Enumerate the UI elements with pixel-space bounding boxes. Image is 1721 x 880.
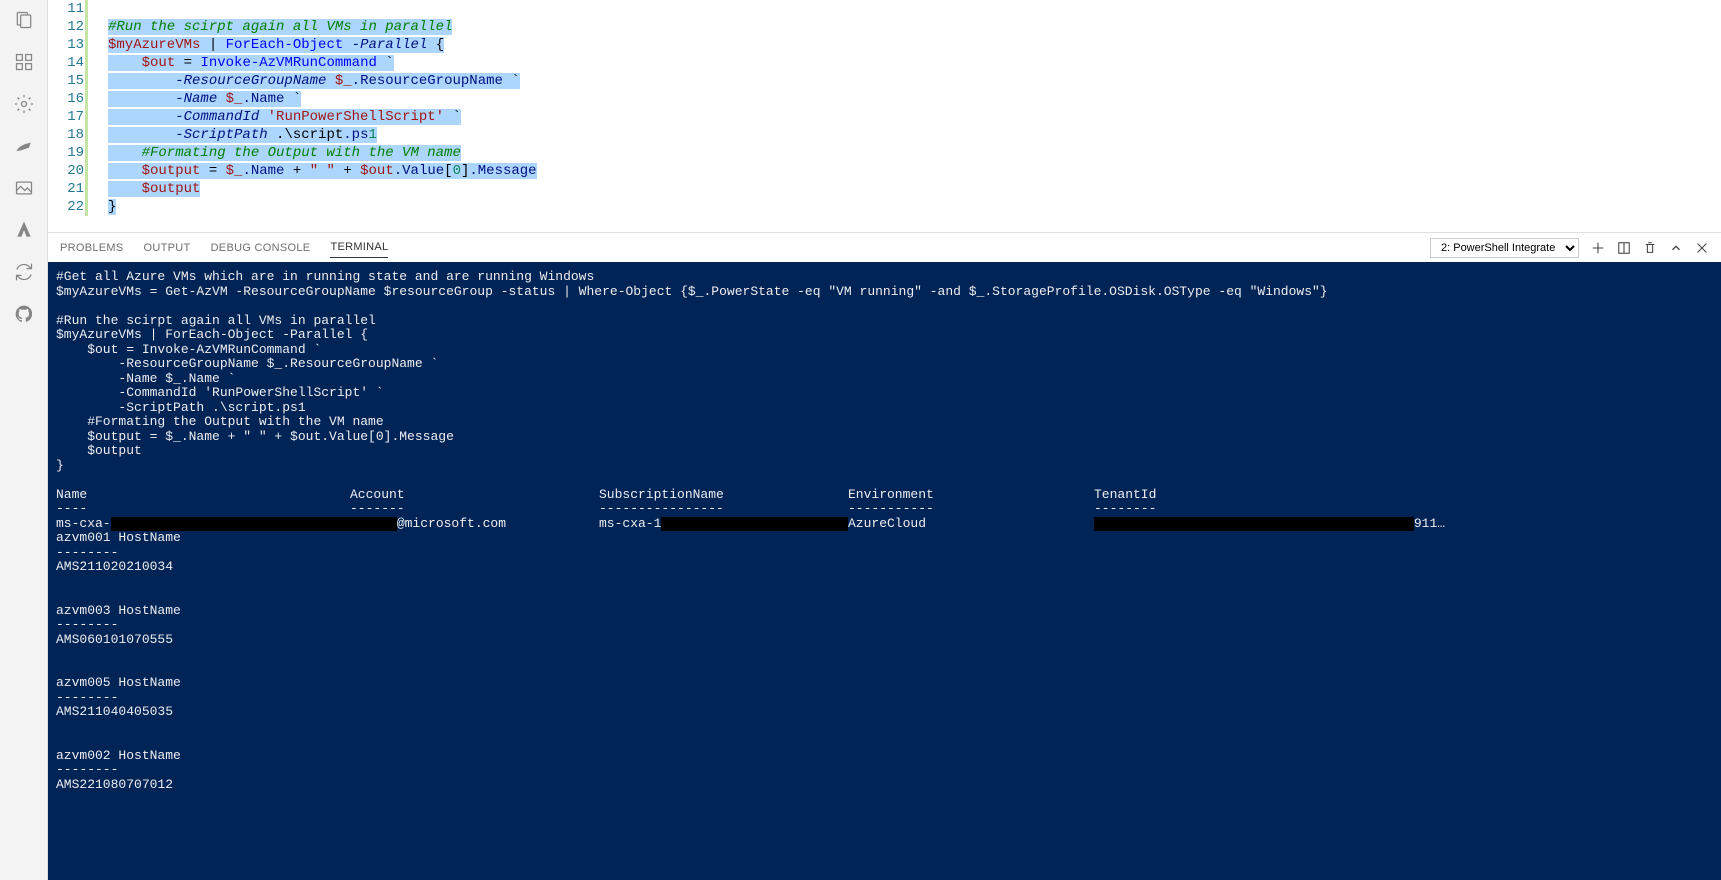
line-numbers: 111213141516171819202122 bbox=[48, 0, 96, 232]
trash-icon[interactable] bbox=[1643, 241, 1657, 255]
tab-problems[interactable]: PROBLEMS bbox=[60, 242, 124, 254]
tab-output[interactable]: OUTPUT bbox=[144, 242, 191, 254]
code-line[interactable]: -ResourceGroupName $_.ResourceGroupName … bbox=[108, 72, 1721, 90]
code-line[interactable] bbox=[108, 0, 1721, 18]
code-line[interactable]: } bbox=[108, 198, 1721, 216]
code-line[interactable]: #Run the scirpt again all VMs in paralle… bbox=[108, 18, 1721, 36]
close-icon[interactable] bbox=[1695, 241, 1709, 255]
files-icon[interactable] bbox=[12, 8, 36, 32]
terminal-selector[interactable]: 2: PowerShell Integrate bbox=[1430, 238, 1579, 258]
code-line[interactable]: #Formating the Output with the VM name bbox=[108, 144, 1721, 162]
terminal[interactable]: #Get all Azure VMs which are in running … bbox=[48, 262, 1721, 880]
github-icon[interactable] bbox=[12, 302, 36, 326]
cake-icon[interactable] bbox=[12, 134, 36, 158]
tab-debug-console[interactable]: DEBUG CONSOLE bbox=[211, 242, 311, 254]
code-line[interactable]: $myAzureVMs | ForEach-Object -Parallel { bbox=[108, 36, 1721, 54]
extensions-icon[interactable] bbox=[12, 50, 36, 74]
editor[interactable]: 111213141516171819202122 #Run the scirpt… bbox=[48, 0, 1721, 232]
code-line[interactable]: $output bbox=[108, 180, 1721, 198]
code-line[interactable]: -Name $_.Name ` bbox=[108, 90, 1721, 108]
code-line[interactable]: -ScriptPath .\script.ps1 bbox=[108, 126, 1721, 144]
sync-icon[interactable] bbox=[12, 260, 36, 284]
tab-terminal[interactable]: TERMINAL bbox=[330, 241, 388, 258]
activity-bar bbox=[0, 0, 48, 880]
panel-tabs: PROBLEMS OUTPUT DEBUG CONSOLE TERMINAL 2… bbox=[48, 232, 1721, 262]
chevron-up-icon[interactable] bbox=[1669, 241, 1683, 255]
split-icon[interactable] bbox=[1617, 241, 1631, 255]
code-line[interactable]: $output = $_.Name + " " + $out.Value[0].… bbox=[108, 162, 1721, 180]
settings-icon[interactable] bbox=[12, 92, 36, 116]
azure-icon[interactable] bbox=[12, 218, 36, 242]
code-content[interactable]: #Run the scirpt again all VMs in paralle… bbox=[96, 0, 1721, 232]
code-line[interactable]: $out = Invoke-AzVMRunCommand ` bbox=[108, 54, 1721, 72]
code-line[interactable]: -CommandId 'RunPowerShellScript' ` bbox=[108, 108, 1721, 126]
plus-icon[interactable] bbox=[1591, 241, 1605, 255]
image-icon[interactable] bbox=[12, 176, 36, 200]
